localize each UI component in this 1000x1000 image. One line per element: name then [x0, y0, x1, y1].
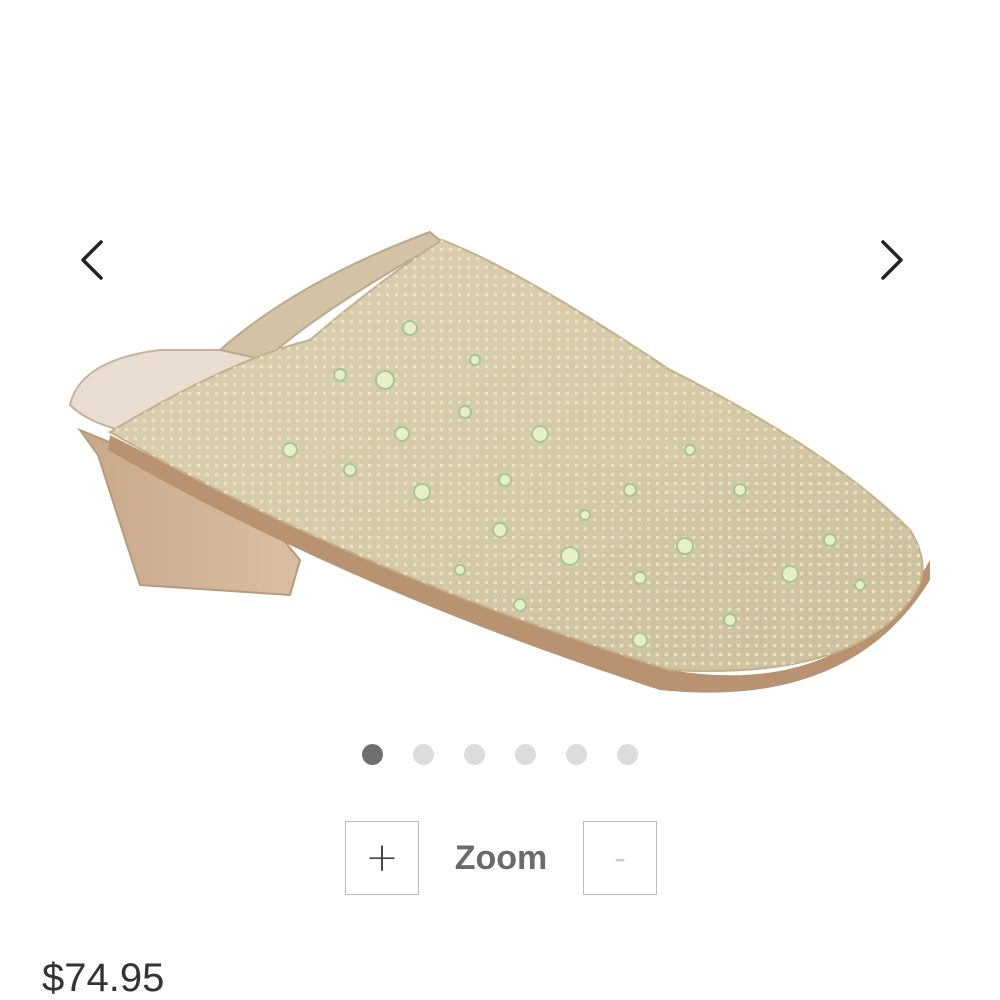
zoom-controls: + Zoom - [345, 820, 657, 896]
product-image [68, 230, 930, 693]
gallery-pagination [0, 744, 1000, 765]
gallery-dot[interactable] [617, 744, 638, 765]
zoom-label: Zoom [454, 838, 548, 877]
gallery-dot[interactable] [566, 744, 587, 765]
gallery-dot[interactable] [362, 744, 383, 765]
product-gallery-page: + Zoom - $74.95 [0, 0, 1000, 1000]
zoom-out-button[interactable]: - [583, 821, 657, 895]
zoom-in-button[interactable]: + [345, 821, 419, 895]
product-price: $74.95 [42, 956, 165, 1000]
gallery-dot[interactable] [515, 744, 536, 765]
gallery-dot[interactable] [464, 744, 485, 765]
gallery-dot[interactable] [413, 744, 434, 765]
